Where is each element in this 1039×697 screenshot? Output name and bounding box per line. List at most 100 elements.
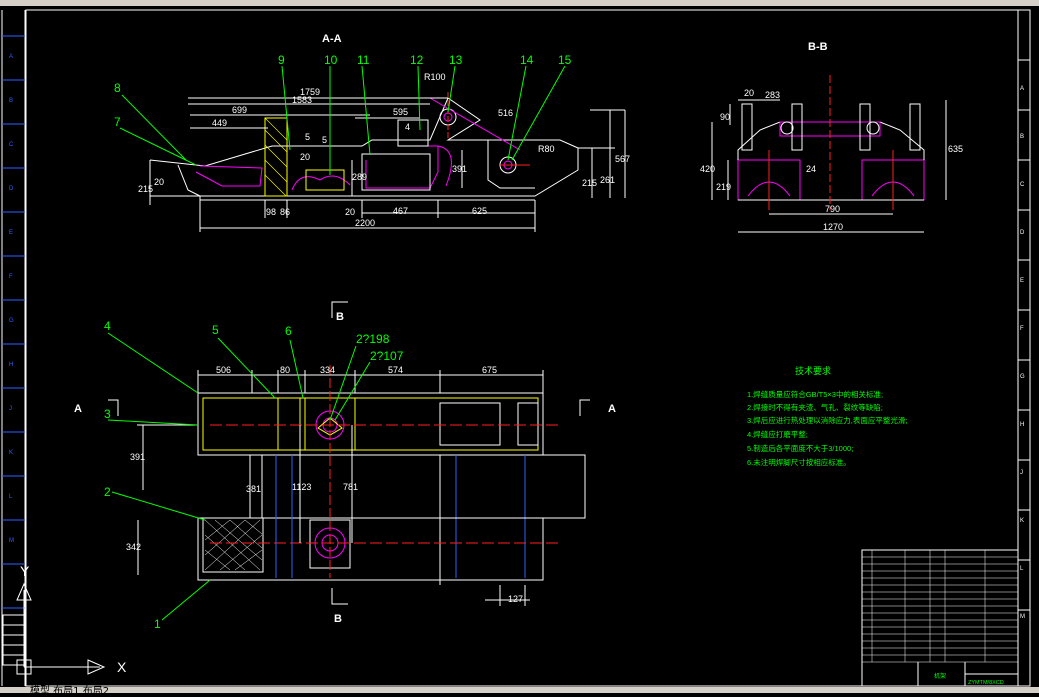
svg-text:L: L [1020,566,1024,572]
svg-text:J: J [9,406,12,412]
svg-text:F: F [9,274,13,280]
svg-text:M: M [9,538,14,544]
svg-text:219: 219 [716,182,731,192]
svg-text:2.焊接时不得有夹渣、气孔、裂纹等缺陷;: 2.焊接时不得有夹渣、气孔、裂纹等缺陷; [747,402,883,412]
svg-text:A: A [1020,86,1024,92]
svg-text:2?107: 2?107 [370,349,404,363]
svg-text:781: 781 [343,482,358,492]
svg-text:516: 516 [498,108,513,118]
svg-text:5: 5 [305,132,310,142]
svg-text:C: C [1020,182,1025,188]
svg-text:342: 342 [126,542,141,552]
svg-text:127: 127 [508,594,523,604]
balloon-6: 6 [285,324,292,338]
layout-tabs[interactable]: 模型 布局1 布局2 [30,682,109,697]
svg-text:449: 449 [212,118,227,128]
svg-text:215: 215 [582,178,597,188]
balloon-15: 15 [558,53,572,67]
svg-text:289: 289 [352,172,367,182]
svg-text:261: 261 [600,175,615,185]
svg-text:595: 595 [393,107,408,117]
svg-text:635: 635 [948,144,963,154]
svg-text:2?198: 2?198 [356,332,390,346]
svg-text:E: E [9,230,13,236]
balloon-8: 8 [114,81,121,95]
svg-text:790: 790 [825,204,840,214]
left-ruler-labels: A B C D E F G H J K L M [9,54,14,544]
section-bb-title: B-B [808,41,828,53]
svg-text:24: 24 [806,164,816,174]
balloon-2: 2 [104,485,111,499]
svg-text:567: 567 [615,154,630,164]
svg-text:H: H [9,362,13,368]
svg-text:4: 4 [405,122,410,132]
svg-text:Y: Y [20,563,30,579]
svg-text:B: B [9,98,13,104]
svg-text:467: 467 [393,206,408,216]
balloon-7: 7 [114,115,121,129]
balloon-11: 11 [357,53,370,67]
balloon-13: 13 [449,53,463,67]
section-mark-b-lower: B [334,613,342,625]
svg-text:20: 20 [345,207,355,217]
svg-text:3.焊后应进行热处理以消除应力,表面应平整光滑;: 3.焊后应进行热处理以消除应力,表面应平整光滑; [747,415,907,425]
svg-text:625: 625 [472,206,487,216]
balloon-9: 9 [278,53,285,67]
svg-text:283: 283 [765,90,780,100]
section-mark-a-left: A [74,403,82,415]
svg-text:R80: R80 [538,144,555,154]
svg-text:B: B [1020,134,1024,140]
section-aa-title: A-A [322,33,342,45]
balloon-12: 12 [410,53,424,67]
plan-view: 506 80 334 574 675 391 381 1123 781 342 … [74,301,616,631]
svg-text:699: 699 [232,105,247,115]
svg-text:420: 420 [700,164,715,174]
technical-requirements: 技术要求 1.焊缝质量应符合GB/T5×3中的相关标准; 2.焊接时不得有夹渣、… [747,365,907,467]
svg-text:20: 20 [300,152,310,162]
svg-text:G: G [9,318,14,324]
svg-text:20: 20 [744,88,754,98]
svg-text:20: 20 [154,177,164,187]
svg-text:506: 506 [216,365,231,375]
balloon-1: 1 [154,617,161,631]
svg-text:C: C [9,142,14,148]
left-stamp-table [2,614,26,666]
svg-text:X: X [117,659,127,675]
svg-text:80: 80 [280,365,290,375]
svg-text:E: E [1020,278,1024,284]
balloon-3: 3 [104,407,111,421]
ucs-icon: Y X [16,563,127,675]
svg-text:381: 381 [246,484,261,494]
svg-text:F: F [1020,326,1024,332]
svg-text:1270: 1270 [823,222,843,232]
balloon-5: 5 [212,323,219,337]
svg-text:1583: 1583 [292,95,312,105]
svg-text:2200: 2200 [355,218,375,228]
svg-text:675: 675 [482,365,497,375]
right-ruler-labels: A B C D E F G H J K L M [1020,86,1025,620]
svg-text:5: 5 [322,135,327,145]
svg-text:K: K [1020,518,1024,524]
svg-text:391: 391 [452,164,467,174]
svg-text:K: K [9,450,13,456]
layout-tabs-bar[interactable]: 模型 布局1 布局2 [0,686,1039,697]
svg-text:574: 574 [388,365,403,375]
svg-text:4.焊缝应打磨平整;: 4.焊缝应打磨平整; [747,429,808,439]
svg-text:215: 215 [138,184,153,194]
svg-text:L: L [9,494,13,500]
section-aa-view: A-A 1759 1583 699 449 595 215 20 98 86 2… [114,33,630,232]
svg-text:98: 98 [266,207,276,217]
svg-text:90: 90 [720,112,730,122]
svg-text:334: 334 [320,365,335,375]
svg-text:ZYMTM/8XCD: ZYMTM/8XCD [968,680,1004,686]
svg-text:6.未注明焊脚尺寸按相应标准。: 6.未注明焊脚尺寸按相应标准。 [747,457,851,467]
svg-text:1.焊缝质量应符合GB/T5×3中的相关标准;: 1.焊缝质量应符合GB/T5×3中的相关标准; [747,389,883,399]
balloon-10: 10 [324,53,338,67]
svg-text:机架: 机架 [934,672,946,680]
svg-text:G: G [1020,374,1025,380]
section-mark-b-upper: B [336,311,344,323]
section-mark-a-right: A [608,403,616,415]
svg-text:D: D [9,186,14,192]
cad-drawing-canvas[interactable]: A B C D E F G H J K L M A B C D E F G H … [0,6,1039,687]
svg-text:R100: R100 [424,72,446,82]
